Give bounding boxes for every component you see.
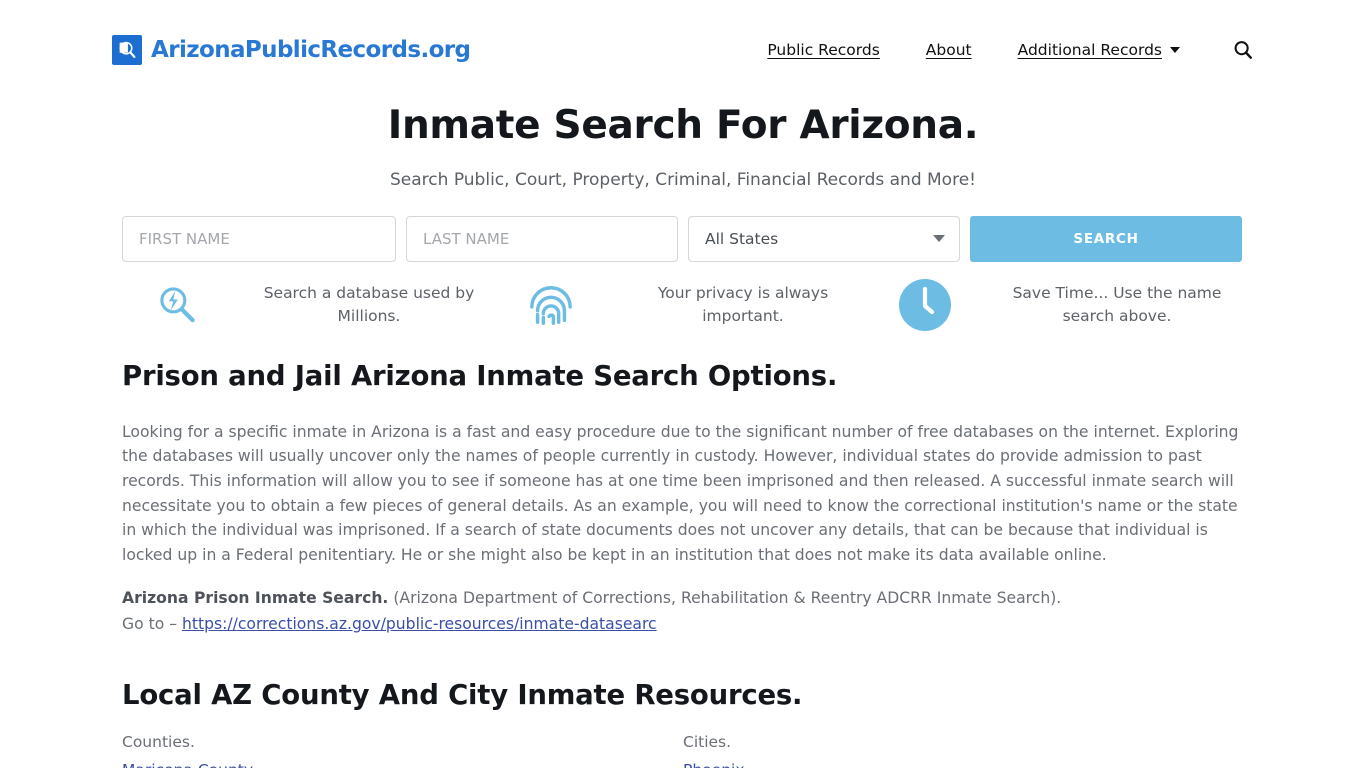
cities-column: Cities. Phoenix Tucson — [683, 733, 1244, 768]
section-heading-prison-jail: Prison and Jail Arizona Inmate Search Op… — [122, 359, 838, 392]
resource-link[interactable]: https://corrections.az.gov/public-resour… — [182, 615, 657, 633]
chevron-down-icon — [1170, 47, 1180, 53]
database-search-icon — [122, 283, 232, 327]
last-name-input[interactable] — [406, 215, 678, 262]
cities-label: Cities. — [683, 732, 732, 751]
nav-item-additional-records-label: Additional Records — [1017, 41, 1162, 59]
feature-item-database: Search a database used by Millions. — [122, 278, 496, 332]
search-form: All States SEARCH — [122, 215, 1244, 262]
main-content: Prison and Jail Arizona Inmate Search Op… — [122, 360, 1244, 768]
resource-detail: (Arizona Department of Corrections, Reha… — [393, 589, 1062, 608]
resource-arizona-prison: Arizona Prison Inmate Search. (Arizona D… — [122, 586, 1244, 637]
feature-item-privacy: Your privacy is always important. — [496, 278, 870, 332]
section-heading-local-resources: Local AZ County And City Inmate Resource… — [122, 678, 803, 711]
feature-row: Search a database used by Millions. Your… — [122, 278, 1244, 332]
feature-item-savetime: Save Time... Use the name search above. — [870, 278, 1244, 332]
resource-label: Arizona Prison Inmate Search. — [122, 589, 389, 608]
feature-item-privacy-text: Your privacy is always important. — [657, 284, 829, 325]
counties-column: Counties. Maricopa County Pima County — [122, 733, 683, 768]
resource-columns: Counties. Maricopa County Pima County Ci… — [122, 733, 1244, 768]
counties-label: Counties. — [122, 732, 195, 751]
hero-section: Inmate Search For Arizona. Search Public… — [0, 100, 1366, 190]
clock-icon — [870, 278, 980, 332]
nav-item-additional-records[interactable]: Additional Records — [1018, 41, 1180, 59]
search-icon[interactable] — [1232, 39, 1254, 61]
site-logo[interactable]: ArizonaPublicRecords.org — [112, 35, 471, 65]
page-title: Inmate Search For Arizona. — [387, 103, 979, 148]
resource-goto-prefix: Go to – — [122, 614, 182, 633]
main-navigation: Public Records About Additional Records — [767, 39, 1254, 61]
site-header: ArizonaPublicRecords.org Public Records … — [0, 0, 1366, 100]
city-link-phoenix[interactable]: Phoenix — [683, 758, 1244, 768]
chevron-down-icon — [933, 235, 945, 243]
state-select-value: All States — [705, 229, 779, 248]
site-logo-text: ArizonaPublicRecords.org — [151, 37, 471, 63]
magnifier-logo-icon — [112, 35, 142, 65]
page-root: ArizonaPublicRecords.org Public Records … — [0, 0, 1366, 768]
state-select[interactable]: All States — [688, 215, 960, 262]
section-paragraph-prison-jail: Looking for a specific inmate in Arizona… — [122, 422, 1239, 564]
nav-item-public-records[interactable]: Public Records — [767, 41, 879, 59]
page-subtitle: Search Public, Court, Property, Criminal… — [390, 169, 976, 190]
county-link-maricopa[interactable]: Maricopa County — [122, 758, 683, 768]
first-name-input[interactable] — [122, 215, 396, 262]
feature-item-database-text: Search a database used by Millions. — [263, 284, 475, 325]
nav-item-about[interactable]: About — [926, 41, 972, 59]
search-button[interactable]: SEARCH — [970, 215, 1242, 262]
fingerprint-icon — [496, 282, 606, 328]
feature-item-savetime-text: Save Time... Use the name search above. — [1012, 284, 1222, 325]
section-local-resources: Local AZ County And City Inmate Resource… — [122, 679, 1244, 768]
